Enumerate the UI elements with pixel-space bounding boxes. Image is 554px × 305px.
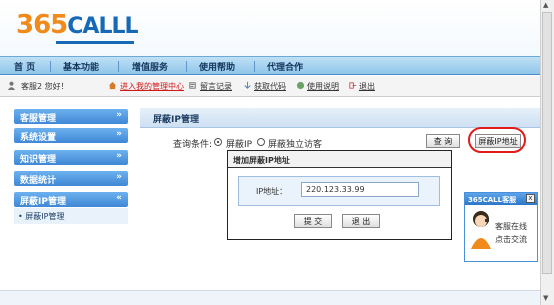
ip-label: IP地址：: [256, 187, 288, 196]
dialog-title: 增加屏蔽IP地址: [228, 151, 451, 168]
nav-help[interactable]: 使用帮助: [199, 60, 235, 73]
agent-avatar-icon: [471, 211, 491, 249]
query-label: 查询条件:: [173, 140, 213, 150]
chevron-up-icon: «: [116, 193, 122, 203]
radio-block-ip[interactable]: [214, 138, 222, 146]
logo-number: 365: [16, 10, 68, 40]
ip-form: IP地址： 220.123.33.99: [238, 176, 440, 206]
link-management-center[interactable]: 进入我的管理中心: [120, 81, 184, 92]
code-icon: [244, 81, 251, 89]
radio-block-ip-label: 屏蔽IP: [226, 140, 253, 150]
logo-word: CALLL: [67, 14, 138, 39]
chevron-down-icon: »: [116, 110, 122, 120]
user-icon: [7, 81, 16, 90]
submit-button[interactable]: 提 交: [294, 214, 332, 228]
logout-icon: [349, 82, 357, 89]
sidebar-item-label: 数据统计: [20, 176, 57, 186]
nav-divider: [186, 61, 187, 72]
close-icon[interactable]: x: [526, 194, 535, 203]
sidebar-item-label: 屏蔽IP管理: [20, 197, 66, 207]
help-icon: [296, 81, 305, 90]
exit-button[interactable]: 退 出: [342, 214, 380, 228]
add-block-ip-dialog: 增加屏蔽IP地址 IP地址： 220.123.33.99 提 交 退 出: [227, 150, 452, 240]
nav-basic[interactable]: 基本功能: [63, 60, 99, 73]
service-widget[interactable]: 365CALL客服 x 客服在线 点击交流: [464, 192, 538, 262]
nav-divider: [118, 61, 119, 72]
nav-home[interactable]: 首 页: [14, 60, 35, 73]
chevron-down-icon: »: [116, 172, 122, 182]
search-button[interactable]: 查 询: [426, 134, 460, 148]
link-message-records[interactable]: 留言记录: [200, 81, 232, 92]
page-title: 屏蔽IP管理: [140, 108, 540, 128]
nav-value-added[interactable]: 增值服务: [132, 60, 168, 73]
sidebar-item-statistics[interactable]: 数据统计 »: [14, 171, 128, 186]
nav-agent[interactable]: 代理合作: [267, 60, 303, 73]
widget-line2: 点击交流: [495, 235, 527, 244]
scroll-down-icon[interactable]: ▼: [543, 294, 548, 302]
chevron-down-icon: »: [116, 151, 122, 161]
footer-bar: [0, 290, 540, 305]
link-get-code[interactable]: 获取代码: [254, 81, 286, 92]
radio-block-visitor-label: 屏蔽独立访客: [268, 140, 323, 150]
highlight-circle: [468, 127, 526, 153]
chevron-down-icon: »: [116, 129, 122, 139]
scroll-up-icon[interactable]: ▲: [543, 1, 548, 9]
main-nav: 首 页 基本功能 增值服务 使用帮助 代理合作: [0, 56, 540, 75]
header-banner: 365CALLL: [0, 0, 554, 56]
nav-divider: [254, 61, 255, 72]
sidebar-item-label: 客服管理: [20, 114, 57, 124]
sidebar-item-system-settings[interactable]: 系统设置 »: [14, 128, 128, 143]
sidebar-item-knowledge[interactable]: 知识管理 »: [14, 150, 128, 165]
user-bar: 客服2 您好！ 进入我的管理中心 留言记录 获取代码 使用说明 退出: [0, 76, 540, 97]
radio-block-visitor[interactable]: [257, 138, 265, 146]
logo[interactable]: 365CALLL: [16, 10, 139, 44]
greeting-text: 客服2 您好！: [21, 82, 69, 91]
home-icon: [108, 81, 117, 90]
sidebar-item-label: 知识管理: [20, 155, 57, 165]
widget-line1: 客服在线: [495, 222, 527, 231]
link-logout[interactable]: 退出: [359, 81, 375, 92]
ip-input[interactable]: 220.123.33.99: [301, 182, 419, 197]
sidebar-item-ip-block[interactable]: 屏蔽IP管理 «: [14, 192, 128, 207]
sidebar-item-label: 系统设置: [20, 133, 57, 143]
message-icon: [189, 82, 196, 89]
sidebar-item-service-management[interactable]: 客服管理 »: [14, 109, 128, 124]
sidebar-subitem-ip-block[interactable]: • 屏蔽IP管理: [14, 208, 128, 224]
scrollbar-thumb[interactable]: [542, 12, 552, 274]
logo-underline: [56, 41, 134, 44]
link-instructions[interactable]: 使用说明: [307, 81, 339, 92]
nav-divider: [50, 61, 51, 72]
